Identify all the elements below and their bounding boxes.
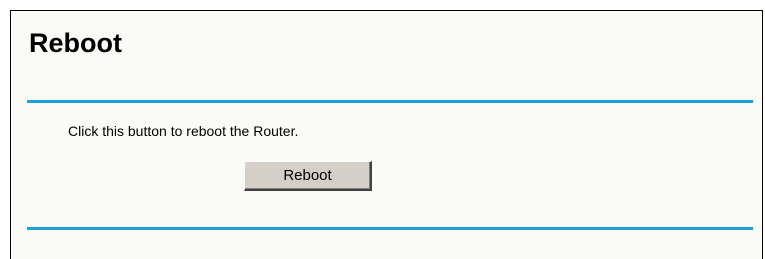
reboot-instruction: Click this button to reboot the Router. bbox=[68, 123, 299, 139]
reboot-panel: Reboot Click this button to reboot the R… bbox=[10, 10, 763, 259]
top-separator bbox=[27, 100, 753, 103]
reboot-button[interactable]: Reboot bbox=[244, 161, 372, 191]
bottom-separator bbox=[27, 227, 753, 230]
page-title: Reboot bbox=[29, 28, 122, 58]
